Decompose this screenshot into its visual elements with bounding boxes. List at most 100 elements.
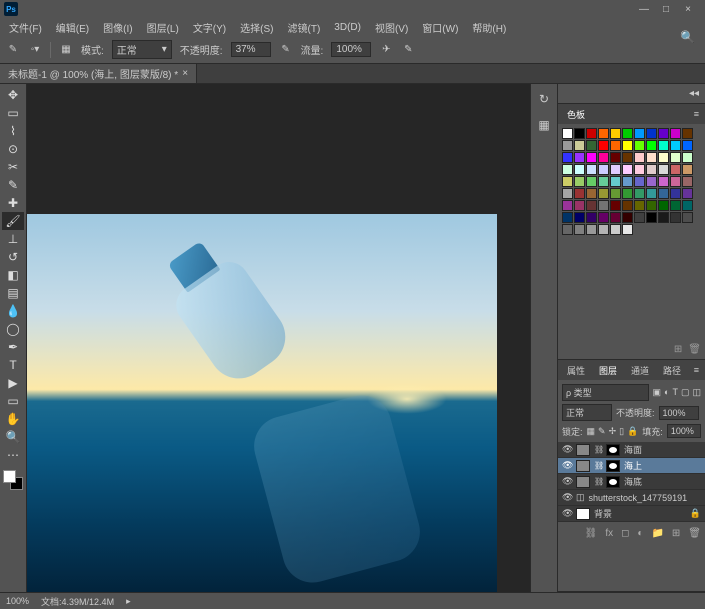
color-swatch[interactable] — [646, 164, 657, 175]
tab-properties[interactable]: 属性 — [564, 362, 588, 379]
flow-input[interactable]: 100% — [331, 42, 371, 57]
color-swatch[interactable] — [598, 176, 609, 187]
color-swatch[interactable] — [562, 152, 573, 163]
layer-name[interactable]: 海底 — [624, 475, 642, 488]
move-tool[interactable]: ✥ — [2, 86, 24, 104]
color-swatch[interactable] — [646, 152, 657, 163]
color-swatch[interactable] — [658, 140, 669, 151]
color-swatch[interactable] — [610, 224, 621, 235]
brush-preset-icon[interactable]: ◦▾ — [28, 43, 42, 57]
lock-transparent-icon[interactable]: ▦ — [587, 426, 596, 437]
brush-preview-icon[interactable]: ✎ — [6, 43, 20, 57]
filter-type-icon[interactable]: T — [672, 387, 678, 398]
foreground-color-swatch[interactable] — [3, 470, 16, 483]
mask-link-icon[interactable]: ⛓ — [594, 445, 602, 454]
menu-file[interactable]: 文件(F) — [4, 19, 47, 36]
color-swatch[interactable] — [682, 140, 693, 151]
color-swatch[interactable] — [634, 164, 645, 175]
color-swatch[interactable] — [622, 200, 633, 211]
document-tab[interactable]: 未标题-1 @ 100% (海上, 图层蒙版/8) * × — [0, 64, 197, 83]
search-icon[interactable]: 🔍 — [680, 30, 695, 44]
color-swatch[interactable] — [562, 176, 573, 187]
marquee-tool[interactable]: ▭ — [2, 104, 24, 122]
fill-input[interactable]: 100% — [667, 424, 701, 438]
color-swatch[interactable] — [562, 212, 573, 223]
menu-3d[interactable]: 3D(D) — [329, 21, 366, 34]
blur-tool[interactable]: 💧 — [2, 302, 24, 320]
color-swatch[interactable] — [658, 152, 669, 163]
color-swatch[interactable] — [646, 128, 657, 139]
lock-artboard-icon[interactable]: ▯ — [619, 426, 624, 437]
shape-tool[interactable]: ▭ — [2, 392, 24, 410]
color-swatch[interactable] — [562, 188, 573, 199]
layer-filter-dropdown[interactable]: ρ 类型 — [562, 384, 649, 401]
color-swatch[interactable] — [658, 200, 669, 211]
color-swatch[interactable] — [586, 176, 597, 187]
color-swatch[interactable] — [634, 200, 645, 211]
menu-window[interactable]: 窗口(W) — [417, 19, 463, 36]
color-swatch[interactable] — [610, 200, 621, 211]
tab-swatches[interactable]: 色板 — [564, 106, 588, 123]
delete-swatch-icon[interactable]: 🗑 — [688, 344, 701, 355]
color-swatch[interactable] — [682, 188, 693, 199]
path-select-tool[interactable]: ▶ — [2, 374, 24, 392]
color-swatch[interactable] — [574, 128, 585, 139]
pen-tool[interactable]: ✒ — [2, 338, 24, 356]
visibility-toggle-icon[interactable]: 👁 — [562, 444, 572, 455]
layer-thumbnail[interactable] — [576, 508, 590, 520]
color-swatch[interactable] — [670, 164, 681, 175]
color-swatch[interactable] — [622, 164, 633, 175]
menu-edit[interactable]: 编辑(E) — [51, 19, 94, 36]
visibility-toggle-icon[interactable]: 👁 — [562, 508, 572, 519]
layer-blend-dropdown[interactable]: 正常 — [562, 404, 612, 421]
pressure-opacity-icon[interactable]: ✎ — [279, 43, 293, 57]
panel-menu-icon[interactable]: ≡ — [694, 109, 699, 119]
layer-name[interactable]: 海上 — [624, 459, 642, 472]
color-swatch[interactable] — [610, 176, 621, 187]
tab-layers[interactable]: 图层 — [596, 362, 620, 379]
color-swatch[interactable] — [682, 176, 693, 187]
color-swatch[interactable] — [634, 128, 645, 139]
menu-select[interactable]: 选择(S) — [235, 19, 278, 36]
color-swatch[interactable] — [598, 140, 609, 151]
color-swatch[interactable] — [670, 212, 681, 223]
close-window-button[interactable]: × — [683, 4, 693, 14]
history-panel-icon[interactable]: ↻ — [535, 90, 553, 108]
visibility-toggle-icon[interactable]: 👁 — [562, 460, 572, 471]
pressure-size-icon[interactable]: ✎ — [401, 43, 415, 57]
color-swatch[interactable] — [610, 140, 621, 151]
layer-thumbnail[interactable] — [576, 476, 590, 488]
adjustment-layer-icon[interactable]: ◐ — [637, 528, 643, 539]
layer-row[interactable]: 👁⛓海上 — [558, 458, 705, 474]
new-layer-icon[interactable]: ⊞ — [672, 528, 680, 539]
color-swatch[interactable] — [574, 164, 585, 175]
color-swatch[interactable] — [634, 188, 645, 199]
brush-panel-toggle-icon[interactable]: ▦ — [59, 43, 73, 57]
properties-panel-icon[interactable]: ▦ — [535, 116, 553, 134]
color-swatch[interactable] — [598, 128, 609, 139]
menu-help[interactable]: 帮助(H) — [467, 19, 511, 36]
color-swatch[interactable] — [622, 176, 633, 187]
layer-group-icon[interactable]: 📁 — [651, 528, 663, 539]
color-swatch[interactable] — [658, 176, 669, 187]
layer-row[interactable]: 👁⛓海面 — [558, 442, 705, 458]
color-swatch[interactable] — [682, 164, 693, 175]
color-swatch[interactable] — [574, 188, 585, 199]
layer-thumbnail[interactable] — [576, 444, 590, 456]
color-swatch[interactable] — [562, 128, 573, 139]
color-swatch[interactable] — [562, 200, 573, 211]
layer-row[interactable]: 👁⛓海底 — [558, 474, 705, 490]
color-swatch[interactable] — [622, 128, 633, 139]
layer-thumbnail[interactable] — [576, 460, 590, 472]
color-swatch[interactable] — [622, 212, 633, 223]
color-swatch[interactable] — [598, 224, 609, 235]
mask-thumbnail[interactable] — [606, 460, 620, 472]
color-swatch[interactable] — [610, 152, 621, 163]
color-swatch[interactable] — [598, 200, 609, 211]
maximize-button[interactable]: □ — [661, 4, 671, 14]
color-swatch[interactable] — [610, 128, 621, 139]
color-swatch[interactable] — [586, 140, 597, 151]
color-swatch[interactable] — [574, 212, 585, 223]
gradient-tool[interactable]: ▤ — [2, 284, 24, 302]
color-swatch[interactable] — [670, 128, 681, 139]
